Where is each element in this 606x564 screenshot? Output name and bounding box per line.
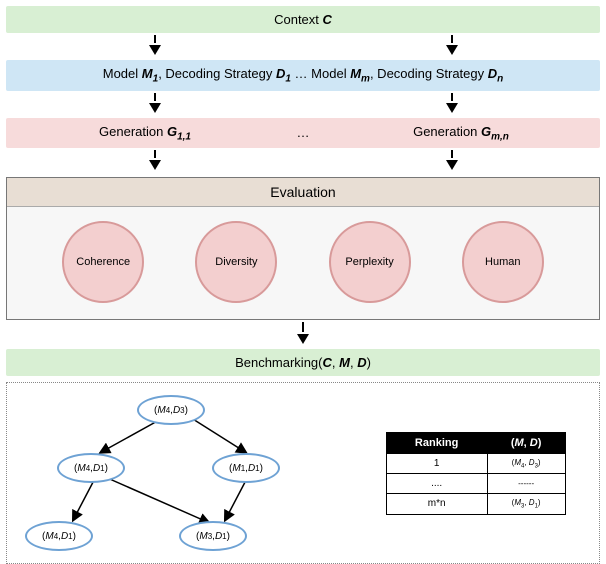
- t: 1: [222, 532, 226, 541]
- t: 3: [521, 504, 524, 510]
- model-band: Model M1, Decoding Strategy D1 … Model M…: [6, 60, 600, 91]
- graph-node-lr: (M3, D1): [179, 521, 247, 551]
- t: D: [530, 437, 538, 449]
- th-ranking: Ranking: [386, 432, 487, 453]
- arrow-row-3: [6, 150, 600, 173]
- t: 4: [86, 464, 90, 473]
- arrow-down-icon: [297, 332, 309, 347]
- t: M: [339, 355, 350, 370]
- generation-right: Generation Gm,n: [382, 124, 540, 143]
- t: 1: [68, 532, 72, 541]
- t: 3: [180, 406, 184, 415]
- cell-rank: ....: [386, 474, 487, 494]
- generation-ellipsis: …: [224, 125, 382, 140]
- generation-band: Generation G1,1 … Generation Gm,n: [6, 118, 600, 149]
- arrow-down-icon: [446, 93, 458, 116]
- arrow-row-4: [6, 322, 600, 347]
- t: Benchmarking(: [235, 355, 322, 370]
- table-row: 1 (M4, D3): [386, 453, 565, 474]
- metric-human: Human: [462, 221, 544, 303]
- cell-md: (M4, D3): [487, 453, 565, 474]
- cell-rank: m*n: [386, 494, 487, 515]
- arrow-row-1: [6, 35, 600, 58]
- metric-label: Perplexity: [345, 256, 393, 268]
- t: , Decoding Strategy: [158, 66, 276, 81]
- t: D: [357, 355, 366, 370]
- evaluation-metrics: Coherence Diversity Perplexity Human: [7, 207, 599, 309]
- t: …: [291, 66, 311, 81]
- context-band: Context C: [6, 6, 600, 33]
- benchmark-label: Benchmarking(C, M, D): [235, 355, 371, 370]
- arrow-row-2: [6, 93, 600, 116]
- t: 3: [535, 463, 538, 469]
- metric-label: Human: [485, 256, 520, 268]
- t: m,n: [491, 131, 509, 142]
- t: ): [367, 355, 371, 370]
- ranking-table-area: Ranking (M, D) 1 (M4, D3) .... ------ m*…: [352, 383, 599, 563]
- t: Model: [103, 66, 142, 81]
- t: 1: [255, 464, 259, 473]
- result-panel: (M4, D3) (M4, D1) (M1, D1) (M4, D1) (M3,…: [6, 382, 600, 564]
- t: D: [276, 66, 285, 81]
- table-header-row: Ranking (M, D): [386, 432, 565, 453]
- table-row: .... ------: [386, 474, 565, 494]
- t: 1: [535, 504, 538, 510]
- graph-node-l: (M4, D1): [57, 453, 125, 483]
- cell-rank: 1: [386, 453, 487, 474]
- t: 1: [241, 464, 245, 473]
- t: G: [167, 124, 177, 139]
- t: 4: [166, 406, 170, 415]
- evaluation-title: Evaluation: [7, 178, 599, 207]
- context-pre: Context: [274, 12, 322, 27]
- table-row: m*n (M3, D1): [386, 494, 565, 515]
- t: Model: [311, 66, 350, 81]
- t: G: [481, 124, 491, 139]
- t: M: [142, 66, 153, 81]
- evaluation-box: Evaluation Coherence Diversity Perplexit…: [6, 177, 600, 320]
- arrow-down-icon: [149, 93, 161, 116]
- th-md: (M, D): [487, 432, 565, 453]
- t: M: [515, 437, 524, 449]
- metric-perplexity: Perplexity: [329, 221, 411, 303]
- metric-label: Diversity: [215, 256, 257, 268]
- t: m: [361, 74, 370, 85]
- graph-node-ll: (M4, D1): [25, 521, 93, 551]
- metric-label: Coherence: [76, 256, 130, 268]
- metric-diversity: Diversity: [195, 221, 277, 303]
- t: Generation: [99, 124, 167, 139]
- context-label: Context C: [274, 12, 332, 27]
- generation-left: Generation G1,1: [66, 124, 224, 143]
- metric-coherence: Coherence: [62, 221, 144, 303]
- t: , Decoding Strategy: [370, 66, 488, 81]
- graph-node-r: (M1, D1): [212, 453, 280, 483]
- t: M: [350, 66, 361, 81]
- arrow-down-icon: [149, 150, 161, 173]
- t: 3: [208, 532, 212, 541]
- t: n: [497, 74, 503, 85]
- t: C: [323, 355, 332, 370]
- context-symbol: C: [323, 12, 332, 27]
- ranking-graph: (M4, D3) (M4, D1) (M1, D1) (M4, D1) (M3,…: [7, 383, 352, 563]
- arrow-down-icon: [149, 35, 161, 58]
- t: 4: [521, 463, 524, 469]
- t: 4: [54, 532, 58, 541]
- t: 1: [100, 464, 104, 473]
- model-band-text: Model M1, Decoding Strategy D1 … Model M…: [103, 66, 504, 81]
- t: 1,1: [177, 131, 191, 142]
- t: Generation: [413, 124, 481, 139]
- t: D: [488, 66, 497, 81]
- graph-node-root: (M4, D3): [137, 395, 205, 425]
- cell-md: ------: [487, 474, 565, 494]
- ranking-table: Ranking (M, D) 1 (M4, D3) .... ------ m*…: [386, 432, 566, 515]
- benchmark-band: Benchmarking(C, M, D): [6, 349, 600, 376]
- arrow-down-icon: [446, 150, 458, 173]
- arrow-down-icon: [446, 35, 458, 58]
- cell-md: (M3, D1): [487, 494, 565, 515]
- t: ): [538, 437, 542, 449]
